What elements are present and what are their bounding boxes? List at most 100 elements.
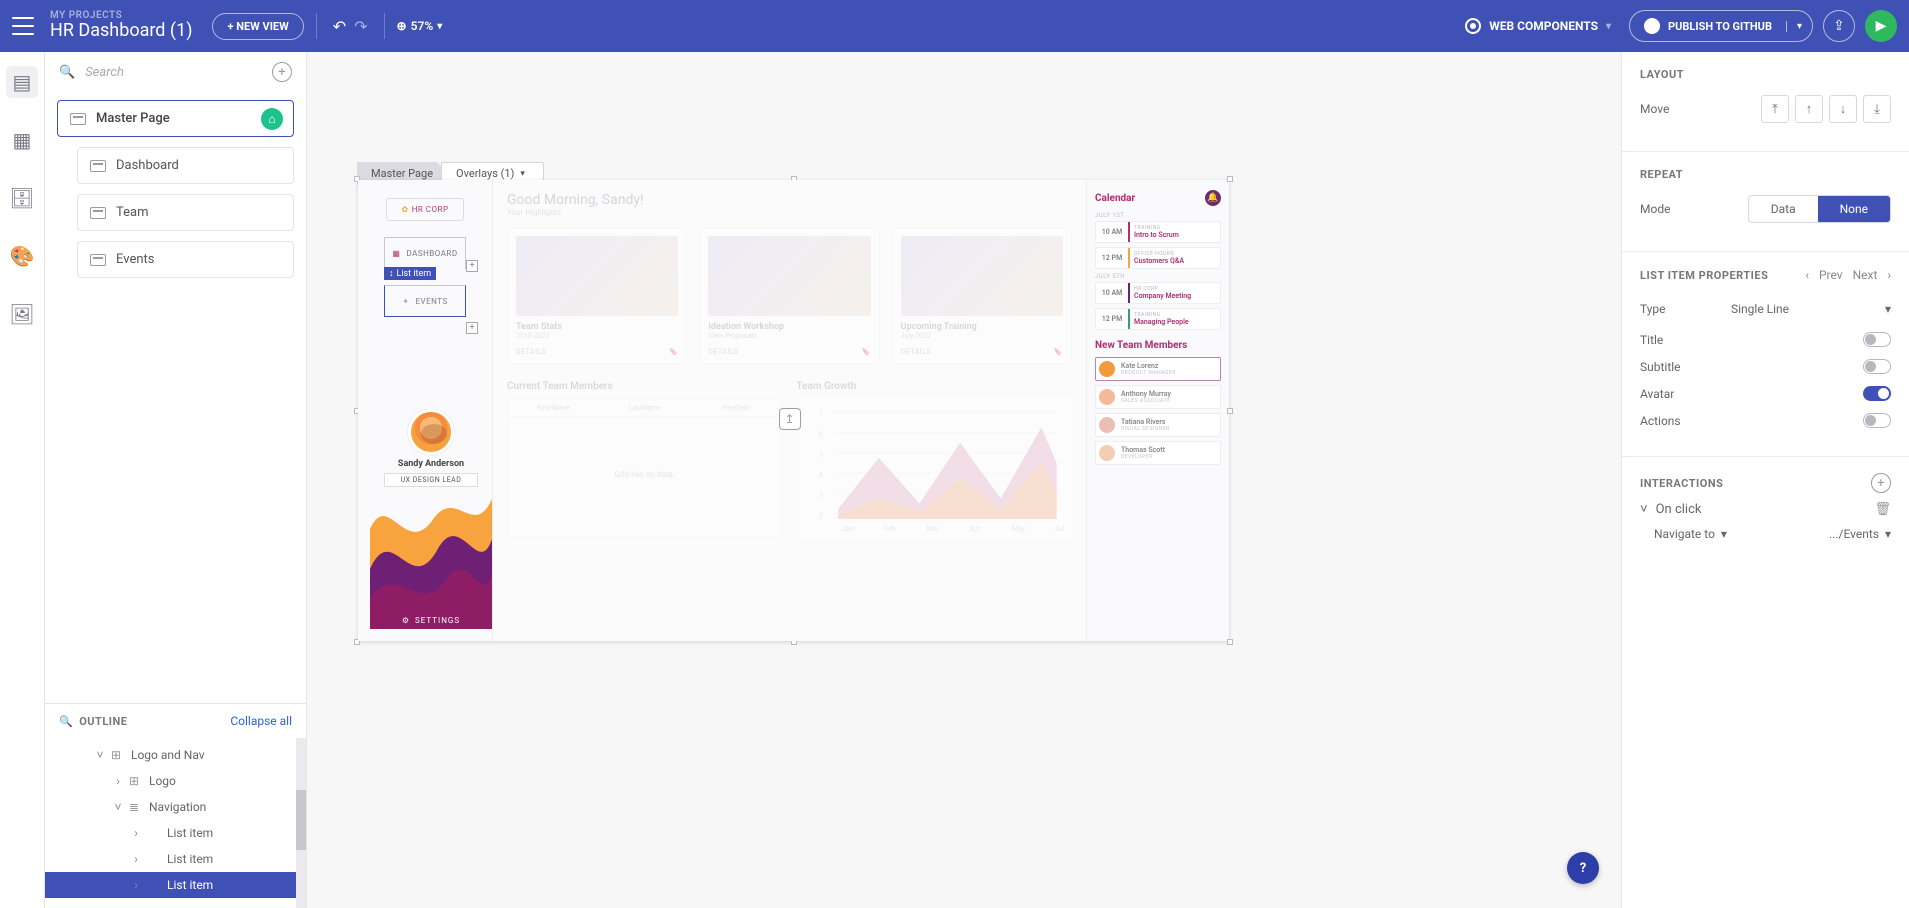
collapse-all-link[interactable]: Collapse all <box>230 714 292 728</box>
artboard[interactable]: HR CORP ▦DASHBOARD ↕List item ✦EVENTS + … <box>358 180 1229 641</box>
help-button[interactable]: ? <box>1567 852 1599 884</box>
svg-text:May: May <box>1011 524 1025 533</box>
svg-text:5: 5 <box>818 450 822 459</box>
subtitle-toggle[interactable] <box>1863 359 1891 374</box>
rail-components-icon[interactable]: ▦ <box>6 124 38 156</box>
search-icon: 🔍 <box>59 715 73 728</box>
highlight-card[interactable]: Upcoming TrainingJuly 2022DETAILS🔖 <box>892 227 1072 365</box>
scrollbar-thumb[interactable] <box>296 790 306 850</box>
resize-handle[interactable] <box>1227 176 1233 182</box>
new-view-button[interactable]: + NEW VIEW <box>212 13 303 40</box>
design-nav-events[interactable]: ✦EVENTS <box>384 285 466 317</box>
resize-handle[interactable] <box>1227 408 1233 414</box>
calendar-item[interactable]: 10 AMHR CORPCompany Meeting <box>1095 282 1221 304</box>
view-team[interactable]: Team <box>77 194 294 231</box>
mode-label: Mode <box>1640 202 1670 216</box>
selection-badge: ↕List item <box>384 267 436 280</box>
actions-toggle[interactable] <box>1863 413 1891 428</box>
outline-row[interactable]: ›⊞Logo <box>45 768 306 794</box>
mode-none[interactable]: None <box>1818 196 1890 222</box>
target-select[interactable]: .../Events ▾ <box>1829 527 1891 541</box>
calendar-item[interactable]: 12 PMTRAININGManaging People <box>1095 308 1221 330</box>
team-member-item[interactable]: Tatiana RiversVISUAL DESIGNER <box>1095 413 1221 437</box>
next-button[interactable]: Next <box>1853 268 1878 282</box>
home-badge-icon: ⌂ <box>261 108 283 130</box>
title-toggle[interactable] <box>1863 332 1891 347</box>
rail-assets-icon[interactable]: 🖼 <box>6 298 38 330</box>
views-list: Master Page ⌂ Dashboard Team Events <box>45 92 306 286</box>
bell-icon[interactable]: 🔔 <box>1205 190 1221 206</box>
profile-name: Sandy Anderson <box>370 459 492 469</box>
calendar-item[interactable]: 12 PMOFFICE HOURSCustomers Q&A <box>1095 247 1221 269</box>
undo-icon[interactable]: ↶ <box>329 13 350 40</box>
move-top-button[interactable]: ⤒ <box>1761 95 1789 123</box>
svg-text:3: 3 <box>818 490 822 499</box>
design-right-panel: Calendar 🔔 JULY 1ST10 AMTRAININGIntro to… <box>1086 180 1229 641</box>
type-label: Type <box>1640 302 1666 316</box>
svg-text:4: 4 <box>818 470 822 479</box>
rail-theme-icon[interactable]: 🎨 <box>6 240 38 272</box>
top-bar: MY PROJECTS HR Dashboard (1) + NEW VIEW … <box>0 0 1909 52</box>
members-grid[interactable]: FirstName LastName HireDate Grid has no … <box>507 398 783 538</box>
insert-below-button[interactable]: + <box>466 322 478 334</box>
move-bottom-button[interactable]: ⤓ <box>1863 95 1891 123</box>
preview-button[interactable]: ▶ <box>1865 10 1897 42</box>
move-up-button[interactable]: ↑ <box>1795 95 1823 123</box>
rail-views-icon[interactable]: ▤ <box>6 66 38 98</box>
insert-above-button[interactable]: + <box>466 260 478 272</box>
view-master-page[interactable]: Master Page ⌂ <box>57 100 294 137</box>
calendar-item[interactable]: 10 AMTRAININGIntro to Scrum <box>1095 221 1221 243</box>
rail-data-icon[interactable]: 🗄 <box>6 182 38 214</box>
share-button[interactable]: ⇪ <box>1823 10 1855 42</box>
type-select[interactable]: Single Line ▾ <box>1731 298 1891 320</box>
hamburger-icon[interactable] <box>12 17 34 35</box>
greeting-subtitle: Your Highlights <box>507 208 1072 217</box>
members-section-title: Current Team Members <box>507 381 783 392</box>
avatar-toggle[interactable] <box>1863 386 1891 401</box>
action-select[interactable]: Navigate to ▾ <box>1654 527 1727 541</box>
growth-chart[interactable]: 7 6 5 4 3 2 JanFebMarAprMayJul <box>797 398 1073 538</box>
growth-section-title: Team Growth <box>797 381 1073 392</box>
design-settings-button[interactable]: ⚙SETTINGS <box>370 616 492 625</box>
chevron-down-icon: ▾ <box>1606 21 1611 32</box>
outline-row[interactable]: ˅⊞Logo and Nav <box>45 742 306 768</box>
design-canvas[interactable]: Master Page Overlays (1) ▾ HR CORP ▦DASH… <box>307 52 1621 908</box>
highlight-card[interactable]: Team Stats2010-2022DETAILS🔖 <box>507 227 687 365</box>
move-down-button[interactable]: ↓ <box>1829 95 1857 123</box>
chevron-down-icon[interactable]: ▾ <box>1786 21 1812 32</box>
view-dashboard[interactable]: Dashboard <box>77 147 294 184</box>
team-member-item[interactable]: Kate LorenzPRODUCT MANAGER <box>1095 357 1221 381</box>
outline-row[interactable]: ›List item <box>45 872 306 898</box>
chevron-right-icon[interactable]: › <box>1887 268 1891 282</box>
highlight-card[interactable]: Ideation WorkshopView ProposalsDETAILS🔖 <box>699 227 879 365</box>
project-name: HR Dashboard (1) <box>50 21 192 42</box>
mode-segmented[interactable]: Data None <box>1748 195 1891 223</box>
design-logo[interactable]: HR CORP <box>386 198 464 221</box>
share-icon: ⇪ <box>1833 18 1845 34</box>
chevron-down-icon: ▾ <box>520 169 525 179</box>
add-interaction-button[interactable]: + <box>1871 473 1891 493</box>
redo-icon[interactable]: ↷ <box>350 13 371 40</box>
router-outlet-icon[interactable] <box>779 408 801 430</box>
add-view-button[interactable]: + <box>272 62 292 82</box>
prev-button[interactable]: Prev <box>1819 268 1843 282</box>
svg-text:6: 6 <box>818 430 822 439</box>
team-member-item[interactable]: Anthony MurraySALES ASSOCIATE <box>1095 385 1221 409</box>
trash-icon[interactable]: 🗑 <box>1874 502 1891 517</box>
resize-handle[interactable] <box>1227 639 1233 645</box>
interaction-onclick[interactable]: ˅ On click 🗑 <box>1640 501 1891 517</box>
mode-data[interactable]: Data <box>1749 196 1818 222</box>
outline-row[interactable]: ›List item <box>45 820 306 846</box>
actions-toggle-label: Actions <box>1640 414 1681 428</box>
search-input[interactable] <box>83 64 264 81</box>
zoom-control[interactable]: ⊕ 57% ▾ <box>397 19 443 33</box>
outline-row[interactable]: ›List item <box>45 846 306 872</box>
project-block[interactable]: MY PROJECTS HR Dashboard (1) <box>50 10 192 42</box>
view-events[interactable]: Events <box>77 241 294 278</box>
publish-github-button[interactable]: PUBLISH TO GITHUB ▾ <box>1629 10 1813 42</box>
framework-selector[interactable]: WEB COMPONENTS ▾ <box>1465 18 1611 34</box>
outline-row[interactable]: ˅≣Navigation <box>45 794 306 820</box>
team-member-item[interactable]: Thomas ScottDEVELOPER <box>1095 441 1221 465</box>
design-nav-dashboard[interactable]: ▦DASHBOARD <box>384 237 466 269</box>
chevron-left-icon[interactable]: ‹ <box>1805 268 1809 282</box>
